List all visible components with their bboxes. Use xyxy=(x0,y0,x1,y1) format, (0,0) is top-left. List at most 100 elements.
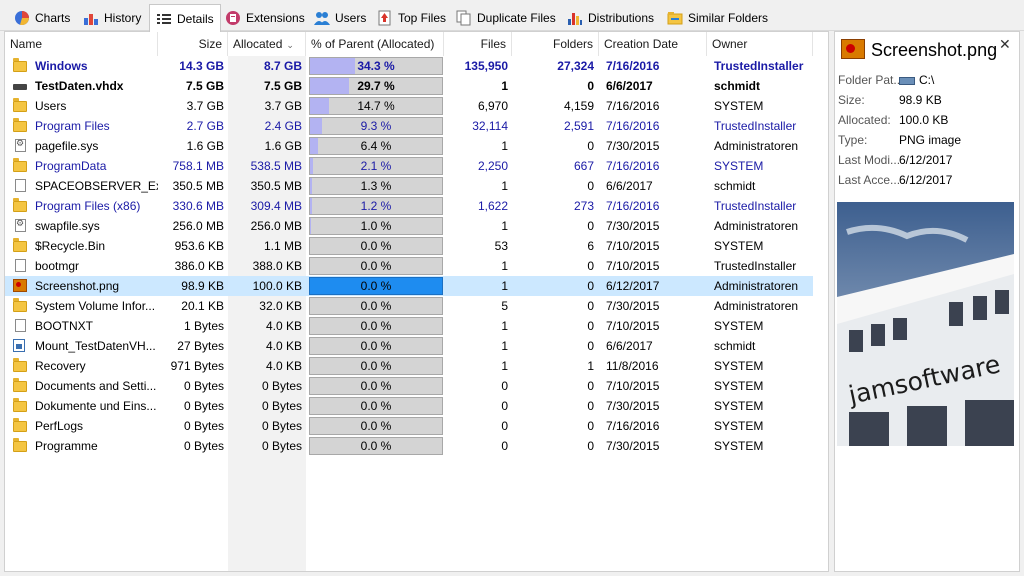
cell-files: 0 xyxy=(501,419,508,433)
cell-size: 971 Bytes xyxy=(170,359,224,373)
cell-owner: TrustedInstaller xyxy=(714,119,797,133)
table-row[interactable]: Programme 0 Bytes 0 Bytes 0 0 7/30/2015 SYSTEM… xyxy=(5,436,813,456)
file-icon xyxy=(15,259,26,272)
cell-date: 7/30/2015 xyxy=(606,219,660,233)
cell-allocated: 4.0 KB xyxy=(265,319,302,333)
cell-files: 1 xyxy=(501,139,508,153)
percent-bar: 1.3 % xyxy=(309,177,443,195)
folder-icon xyxy=(13,58,27,72)
tab-similar-folders[interactable]: Similar Folders xyxy=(661,5,774,30)
table-row[interactable]: Recovery 971 Bytes 4.0 KB 1 1 11/8/2016 SYSTEM… xyxy=(5,356,813,376)
table-row[interactable]: Program Files 2.7 GB 2.4 GB 32,114 2,591 7/16… xyxy=(5,116,813,136)
cell-size: 7.5 GB xyxy=(185,79,224,93)
cell-allocated: 4.0 KB xyxy=(265,359,302,373)
table-row[interactable]: Mount_TestDatenVH... 27 Bytes 4.0 KB 1 0 6/6/… xyxy=(5,336,813,356)
cell-files: 1 xyxy=(501,359,508,373)
percent-bar: 0.0 % xyxy=(309,417,443,435)
column-header-files[interactable]: Files xyxy=(444,32,512,56)
column-header-folders[interactable]: Folders xyxy=(512,32,599,56)
cell-allocated: 32.0 KB xyxy=(259,299,302,313)
tab-duplicate-files[interactable]: Duplicate Files xyxy=(450,5,562,30)
tab-charts[interactable]: Charts xyxy=(8,5,76,30)
column-header-owner[interactable]: Owner xyxy=(707,32,813,56)
cell-name: Recovery xyxy=(35,359,86,373)
column-header-allocated[interactable]: Allocated ⌄ xyxy=(228,32,306,56)
table-row[interactable]: Screenshot.png 98.9 KB 100.0 KB 1 0 6/12/2017… xyxy=(5,276,813,296)
percent-bar: 14.7 % xyxy=(309,97,443,115)
file-icon xyxy=(15,319,26,332)
table-row[interactable]: PerfLogs 0 Bytes 0 Bytes 0 0 7/16/2016 SYSTEM 0… xyxy=(5,416,813,436)
cell-size: 0 Bytes xyxy=(183,439,224,453)
cell-name: swapfile.sys xyxy=(35,219,100,233)
cell-allocated: 4.0 KB xyxy=(265,339,302,353)
percent-label: 2.1 % xyxy=(360,159,392,173)
cell-name: Windows xyxy=(35,59,88,73)
cell-name: $Recycle.Bin xyxy=(35,239,106,253)
percent-bar: 34.3 % xyxy=(309,57,443,75)
tab-distributions[interactable]: Distributions xyxy=(561,5,660,30)
table-row[interactable]: SPACEOBSERVER_Ex... 350.5 MB 350.5 MB 1 0 6/6… xyxy=(5,176,813,196)
cell-owner: SYSTEM xyxy=(714,319,764,333)
table-row[interactable]: System Volume Infor... 20.1 KB 32.0 KB 5 0 7/… xyxy=(5,296,813,316)
cell-size: 953.6 KB xyxy=(174,239,224,253)
cell-owner: TrustedInstaller xyxy=(714,59,804,73)
cell-name: Program Files xyxy=(35,119,110,133)
cell-name: Documents and Setti... xyxy=(35,379,157,393)
cell-name: pagefile.sys xyxy=(35,139,99,153)
cell-name: Dokumente und Eins... xyxy=(35,399,157,413)
tab-details[interactable]: Details xyxy=(149,4,221,32)
cell-size: 350.5 MB xyxy=(172,179,224,193)
cell-folders: 0 xyxy=(587,299,594,313)
folder-icon xyxy=(13,118,27,132)
table-row[interactable]: swapfile.sys 256.0 MB 256.0 MB 1 0 7/30/2015 A… xyxy=(5,216,813,236)
percent-label: 0.0 % xyxy=(360,279,392,293)
tab-users[interactable]: Users xyxy=(308,5,372,30)
table-row[interactable]: Documents and Setti... 0 Bytes 0 Bytes 0 0 7/… xyxy=(5,376,813,396)
column-header-percent-of-parent[interactable]: % of Parent (Allocated) xyxy=(306,32,444,56)
cell-folders: 0 xyxy=(587,319,594,333)
tab-history[interactable]: History xyxy=(77,5,147,30)
table-row[interactable]: Users 3.7 GB 3.7 GB 6,970 4,159 7/16/2016 SYST… xyxy=(5,96,813,116)
table-row[interactable]: TestDaten.vhdx 7.5 GB 7.5 GB 1 0 6/6/2017 schm… xyxy=(5,76,813,96)
cell-folders: 667 xyxy=(573,159,594,173)
column-header-creation-date[interactable]: Creation Date xyxy=(599,32,707,56)
cell-size: 3.7 GB xyxy=(186,99,224,113)
table-row[interactable]: Program Files (x86) 330.6 MB 309.4 MB 1,622… xyxy=(5,196,813,216)
property-value: 98.9 KB xyxy=(899,93,942,107)
percent-bar: 1.0 % xyxy=(309,217,443,235)
cell-size: 27 Bytes xyxy=(177,339,224,353)
cell-folders: 0 xyxy=(587,139,594,153)
table-row[interactable]: ProgramData 758.1 MB 538.5 MB 2,250 667 7/16/… xyxy=(5,156,813,176)
folder-icon xyxy=(13,418,27,432)
cell-date: 11/8/2016 xyxy=(606,359,659,373)
cell-files: 0 xyxy=(501,379,508,393)
cell-files: 1 xyxy=(501,259,508,273)
column-header-name[interactable]: Name xyxy=(5,32,158,56)
table-row[interactable]: Dokumente und Eins... 0 Bytes 0 Bytes 0 0 7/3… xyxy=(5,396,813,416)
table-row[interactable]: bootmgr 386.0 KB 388.0 KB 1 0 7/10/2015 Truste… xyxy=(5,256,813,276)
property-value: 6/12/2017 xyxy=(899,173,953,187)
cell-size: 20.1 KB xyxy=(181,299,224,313)
cell-size: 0 Bytes xyxy=(183,419,224,433)
table-row[interactable]: Windows 14.3 GB 8.7 GB 135,950 27,324 7/16/20… xyxy=(5,56,813,76)
cell-date: 7/10/2015 xyxy=(606,239,660,253)
cell-name: Programme xyxy=(35,439,98,453)
column-header-size[interactable]: Size xyxy=(158,32,228,56)
cell-size: 758.1 MB xyxy=(172,159,224,173)
cell-files: 1 xyxy=(501,339,508,353)
cell-date: 7/10/2015 xyxy=(606,319,660,333)
extensions-icon xyxy=(225,10,241,26)
tab-extensions[interactable]: Extensions xyxy=(219,5,311,30)
png-image-icon xyxy=(841,39,865,59)
close-panel-button[interactable]: ✕ xyxy=(999,36,1011,53)
folder-icon xyxy=(13,378,27,392)
details-table: Name Size Allocated ⌄ % of Parent (Alloca… xyxy=(4,31,829,572)
distributions-icon xyxy=(567,10,583,26)
cell-size: 0 Bytes xyxy=(183,379,224,393)
cell-date: 7/16/2016 xyxy=(606,59,660,73)
table-row[interactable]: pagefile.sys 1.6 GB 1.6 GB 1 0 7/30/2015 Admin… xyxy=(5,136,813,156)
cell-name: BOOTNXT xyxy=(35,319,94,333)
table-row[interactable]: $Recycle.Bin 953.6 KB 1.1 MB 53 6 7/10/2015 SY… xyxy=(5,236,813,256)
tab-top-files[interactable]: Top Files xyxy=(371,5,452,30)
table-row[interactable]: BOOTNXT 1 Bytes 4.0 KB 1 0 7/10/2015 SYSTEM 0.0… xyxy=(5,316,813,336)
